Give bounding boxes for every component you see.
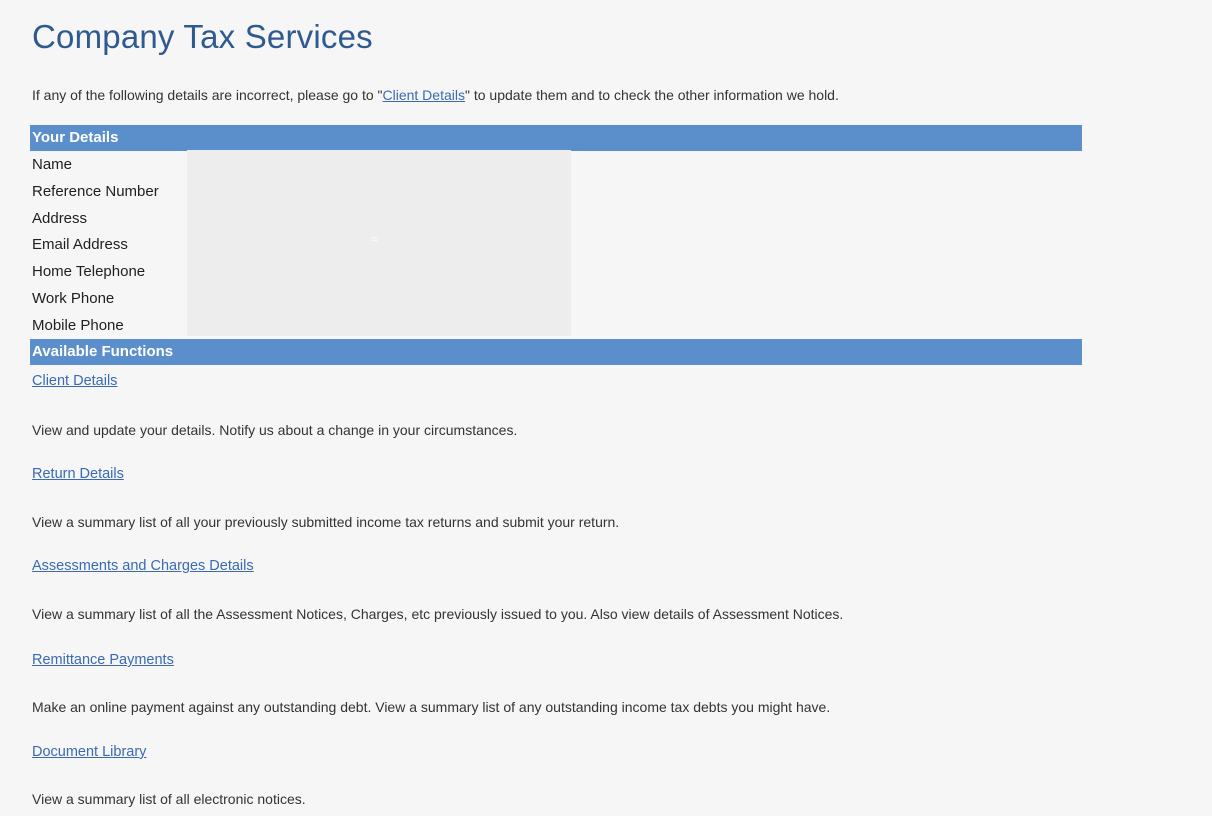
detail-label-address: Address — [32, 209, 88, 227]
document-library-description: View a summary list of all electronic no… — [32, 791, 306, 807]
detail-label-name: Name — [32, 156, 73, 173]
detail-label-home-telephone: Home Telephone — [32, 263, 146, 281]
detail-label-reference-number: Reference Number — [32, 182, 159, 200]
remittance-payments-link[interactable]: Remittance Payments — [32, 652, 174, 668]
document-library-link[interactable]: Document Library — [32, 744, 146, 760]
assessments-and-charges-details-link[interactable]: Assessments and Charges Details — [32, 558, 254, 574]
return-details-description: View a summary list of all your previous… — [32, 514, 620, 530]
intro-text-before: If any of the following details are inco… — [32, 87, 383, 103]
client-details-description: View and update your details. Notify us … — [32, 422, 518, 438]
detail-label-mobile-phone: Mobile Phone — [32, 316, 124, 334]
remittance-payments-description: Make an online payment against any outst… — [32, 699, 831, 715]
your-details-header: Your Details — [30, 125, 1082, 151]
intro-text-after: " to update them and to check the other … — [464, 87, 839, 103]
intro-text: If any of the following details are inco… — [32, 87, 839, 103]
intro-client-details-link[interactable]: Client Details — [383, 87, 465, 103]
detail-label-work-phone: Work Phone — [32, 289, 115, 307]
page-title: Company Tax Services — [32, 18, 373, 55]
assessments-and-charges-description: View a summary list of all the Assessmen… — [32, 606, 844, 622]
detail-label-email-address: Email Address — [32, 236, 128, 254]
your-details-list: Name Reference Number Address Email Addr… — [32, 152, 159, 340]
redacted-details-values: ≈ — [187, 150, 571, 336]
redaction-mark-icon: ≈ — [371, 232, 378, 246]
return-details-link[interactable]: Return Details — [32, 466, 124, 482]
client-details-link[interactable]: Client Details — [32, 373, 117, 389]
available-functions-header: Available Functions — [30, 339, 1082, 365]
